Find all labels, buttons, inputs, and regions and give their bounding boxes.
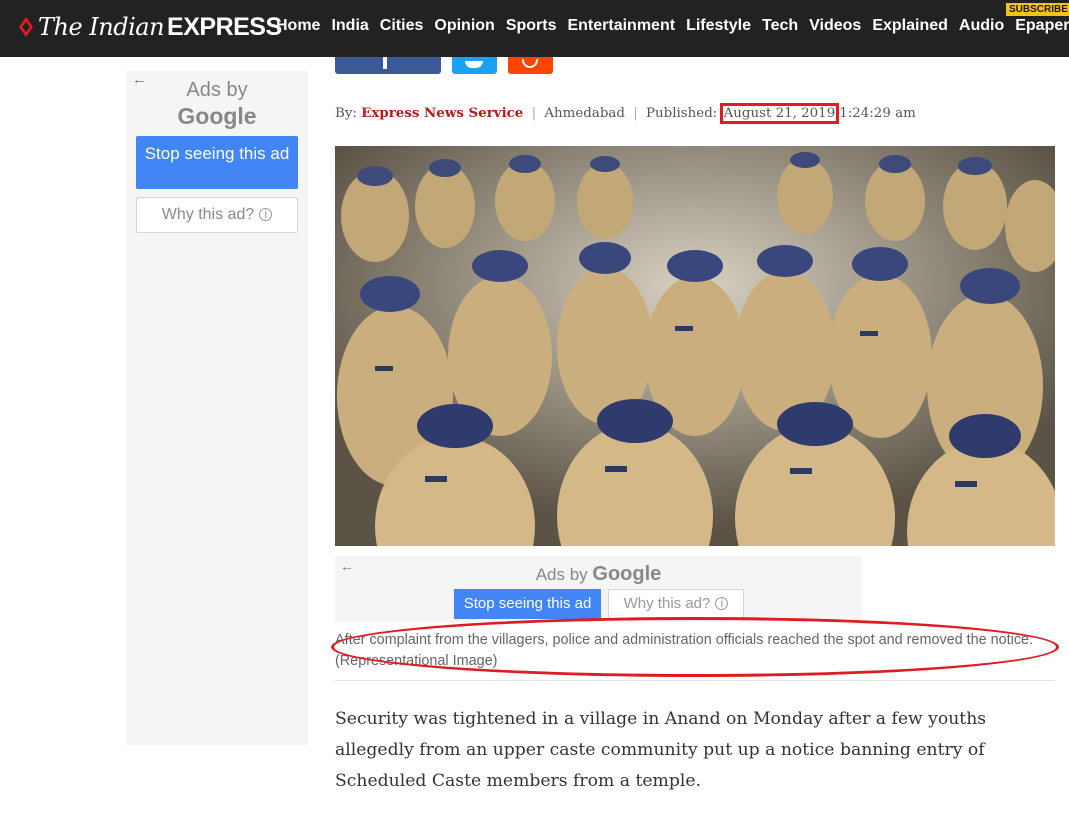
article-byline: By: Express News Service | Ahmedabad | P… xyxy=(335,103,916,124)
main-nav: Home India Cities Opinion Sports Enterta… xyxy=(276,17,1069,35)
nav-item-india[interactable]: India xyxy=(331,17,368,35)
byline-separator: | xyxy=(531,106,537,121)
google-wordmark: Google xyxy=(177,103,257,129)
why-this-ad-button[interactable]: Why this ad? i xyxy=(136,197,298,233)
published-time: 1:24:29 am xyxy=(839,106,916,121)
article-paragraph: Security was tightened in a village in A… xyxy=(335,709,987,791)
site-logo[interactable]: The Indian EXPRESS xyxy=(16,11,282,43)
inline-why-this-ad-label: Why this ad? xyxy=(623,595,711,612)
nav-item-entertainment[interactable]: Entertainment xyxy=(567,17,675,35)
subscribe-badge[interactable]: SUBSCRIBE xyxy=(1006,3,1069,16)
published-date-highlight: August 21, 2019 xyxy=(719,103,840,124)
nav-item-home[interactable]: Home xyxy=(276,17,320,35)
reddit-share-button[interactable] xyxy=(508,57,553,74)
nav-item-opinion[interactable]: Opinion xyxy=(434,17,494,35)
nav-item-sports[interactable]: Sports xyxy=(506,17,557,35)
nav-item-lifestyle[interactable]: Lifestyle xyxy=(686,17,751,35)
byline-published-label: Published: xyxy=(646,106,718,121)
police-crowd-photo xyxy=(335,146,1055,546)
nav-item-audio[interactable]: Audio xyxy=(959,17,1004,35)
inline-stop-seeing-ad-button[interactable]: Stop seeing this ad xyxy=(454,589,601,619)
info-icon: i xyxy=(715,597,729,610)
byline-location: Ahmedabad xyxy=(544,106,625,121)
why-this-ad-label: Why this ad? xyxy=(161,206,255,223)
logo-text-the-indian: The Indian xyxy=(38,13,165,41)
nav-item-explained[interactable]: Explained xyxy=(872,17,948,35)
inline-ad-panel: ← Ads by Google Stop seeing this ad Why … xyxy=(335,556,862,622)
nav-item-tech[interactable]: Tech xyxy=(762,17,798,35)
reddit-icon xyxy=(522,59,538,68)
nav-item-videos[interactable]: Videos xyxy=(809,17,861,35)
top-navbar: The Indian EXPRESS Home India Cities Opi… xyxy=(0,0,1069,57)
caption-divider xyxy=(335,680,1055,681)
photo-caption: After complaint from the villagers, poli… xyxy=(335,632,1034,669)
inline-ads-by-label: Ads by Google xyxy=(335,563,862,586)
info-icon: i xyxy=(259,208,273,221)
inline-google-wordmark: Google xyxy=(592,563,662,585)
twitter-share-button[interactable] xyxy=(452,57,497,74)
logo-flame-icon xyxy=(19,17,33,37)
side-ad-panel: ← Ads by Google Stop seeing this ad Why … xyxy=(126,71,308,745)
twitter-icon xyxy=(465,61,483,68)
logo-text-express: EXPRESS xyxy=(167,12,282,41)
byline-by-label: By: xyxy=(335,106,357,121)
stop-seeing-ad-button[interactable]: Stop seeing this ad xyxy=(136,136,298,189)
inline-why-this-ad-button[interactable]: Why this ad? i xyxy=(608,589,744,619)
inline-ads-by-text: Ads by xyxy=(535,565,588,584)
nav-item-cities[interactable]: Cities xyxy=(380,17,424,35)
ads-by-label: Ads by xyxy=(186,79,248,101)
hero-photo-illustration xyxy=(335,146,1055,546)
published-date: August 21, 2019 xyxy=(723,106,836,121)
nav-item-epaper[interactable]: Epaper xyxy=(1015,17,1069,35)
byline-author-link[interactable]: Express News Service xyxy=(361,105,523,121)
byline-separator: | xyxy=(633,106,638,121)
facebook-icon xyxy=(383,57,391,69)
facebook-share-button[interactable] xyxy=(335,57,441,74)
